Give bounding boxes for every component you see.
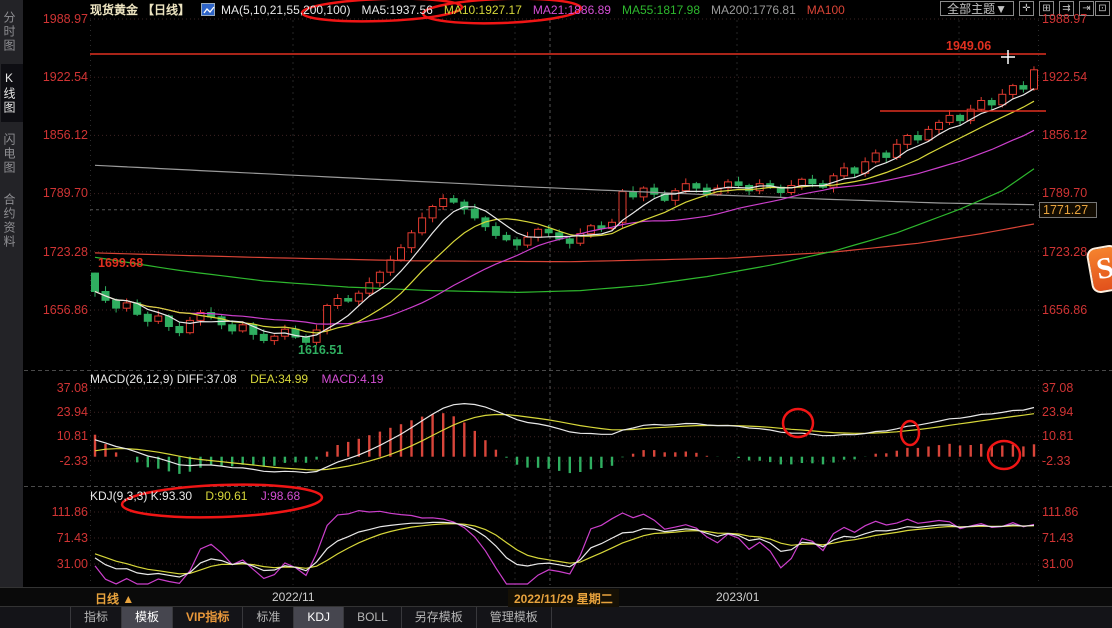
price-axis-label: 1856.12 (1042, 128, 1106, 142)
macd-header: MACD(26,12,9) DIFF:37.08 DEA:34.99 MACD:… (90, 372, 393, 386)
x-axis-tick: 2023/01 (716, 590, 759, 604)
bottom-toolbar: 指标 模板 VIP指标 标准 KDJ BOLL 另存模板 管理模板 (0, 607, 1112, 628)
cursor-price-box: 1771.27 (1039, 202, 1097, 218)
ma-params-label: MA(5,10,21,55,200,100) (221, 3, 350, 17)
kdj-k-value: KDJ(9,3,3) K:93.30 (90, 489, 192, 503)
price-axis-label: 1789.70 (28, 186, 88, 200)
chart-canvas[interactable] (0, 0, 1112, 628)
macd-dea-value: DEA:34.99 (250, 372, 308, 386)
price-axis-label: 1656.86 (28, 303, 88, 317)
kdj-axis-label: 31.00 (1042, 557, 1106, 571)
symbol-title: 现货黄金 (90, 1, 138, 18)
x-axis-tick: 2022/11 (272, 590, 315, 604)
macd-axis-label: 10.81 (1042, 429, 1106, 443)
ma5-value: MA5:1937.56 (361, 3, 432, 17)
macd-axis-label: 23.94 (28, 405, 88, 419)
kdj-axis-label: 71.43 (28, 531, 88, 545)
price-axis-label: 1789.70 (1042, 186, 1106, 200)
chart-type-icon[interactable] (201, 3, 215, 16)
price-axis-label: 1656.86 (1042, 303, 1106, 317)
macd-axis-label: 37.08 (28, 381, 88, 395)
macd-axis-label: -2.33 (28, 454, 88, 468)
sidebar-item-contract-info[interactable]: 合约资料 (1, 186, 23, 256)
tab-kdj[interactable]: KDJ (294, 607, 344, 628)
kdj-d-value: D:90.61 (205, 489, 247, 503)
macd-macd-value: MACD:4.19 (321, 372, 383, 386)
tab-boll[interactable]: BOLL (344, 607, 402, 628)
price-axis-label: 1922.54 (28, 70, 88, 84)
all-themes-dropdown[interactable]: 全部主题▼ (940, 1, 1014, 16)
price-axis-label: 1922.54 (1042, 70, 1106, 84)
kdj-header: KDJ(9,3,3) K:93.30 D:90.61 J:98.68 (90, 489, 310, 503)
price-axis-label: 1723.28 (28, 245, 88, 259)
kdj-j-value: J:98.68 (261, 489, 300, 503)
start-high-label: 1699.68 (98, 256, 143, 270)
ma100-value: MA100 (807, 3, 845, 17)
macd-axis-label: 23.94 (1042, 405, 1106, 419)
ma10-value: MA10:1927.17 (444, 3, 522, 17)
kdj-axis-label: 111.86 (28, 505, 88, 519)
sidebar-item-kline[interactable]: K线图 (1, 64, 23, 122)
kdj-axis-label: 31.00 (28, 557, 88, 571)
ma55-value: MA55:1817.98 (622, 3, 700, 17)
price-axis-label: 1988.97 (28, 12, 88, 26)
period-title: 【日线】 (142, 1, 190, 18)
chart-header: 现货黄金 【日线】 MA(5,10,21,55,200,100) MA5:193… (90, 1, 845, 18)
tab-indicators[interactable]: 指标 (70, 607, 122, 628)
swing-low-label: 1616.51 (298, 343, 343, 357)
tab-save-template[interactable]: 另存模板 (402, 607, 477, 628)
resistance-price-label: 1949.06 (946, 39, 991, 53)
price-axis-label: 1856.12 (28, 128, 88, 142)
trading-app-window: 分时图 K线图 闪电图 合约资料 现货黄金 【日线】 MA(5,10,21,55… (0, 0, 1112, 628)
pan-icon[interactable]: ✛ (1019, 1, 1034, 16)
tab-standard[interactable]: 标准 (243, 607, 294, 628)
date-axis-row: 日线 ▲ 2022/11 2022/11/29 星期二 2023/01 (0, 587, 1112, 607)
sidebar-item-timeshare[interactable]: 分时图 (1, 4, 23, 60)
left-sidebar: 分时图 K线图 闪电图 合约资料 (0, 0, 24, 587)
macd-axis-label: 37.08 (1042, 381, 1106, 395)
tab-vip-indicators[interactable]: VIP指标 (173, 607, 243, 628)
kdj-axis-label: 71.43 (1042, 531, 1106, 545)
macd-diff-value: MACD(26,12,9) DIFF:37.08 (90, 372, 237, 386)
macd-axis-label: 10.81 (28, 429, 88, 443)
sidebar-item-lightning[interactable]: 闪电图 (1, 126, 23, 182)
tab-manage-template[interactable]: 管理模板 (477, 607, 552, 628)
ma200-value: MA200:1776.81 (711, 3, 796, 17)
ma21-value: MA21:1886.89 (533, 3, 611, 17)
period-selector[interactable]: 日线 ▲ (95, 590, 134, 607)
price-axis-label: 1988.97 (1042, 12, 1106, 26)
cursor-date-box: 2022/11/29 星期二 (508, 589, 619, 608)
tab-templates[interactable]: 模板 (122, 607, 173, 628)
macd-axis-label: -2.33 (1042, 454, 1106, 468)
kdj-axis-label: 111.86 (1042, 505, 1106, 519)
